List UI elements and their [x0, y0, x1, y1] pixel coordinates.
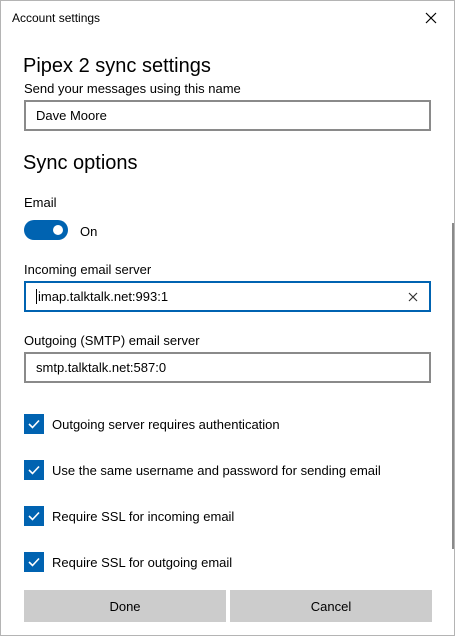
sync-options-heading: Sync options — [23, 152, 138, 174]
scrollbar[interactable] — [452, 223, 454, 549]
display-name-label: Send your messages using this name — [24, 81, 241, 96]
checkbox-label: Require SSL for outgoing email — [52, 554, 233, 570]
text-caret — [36, 289, 37, 304]
display-name-value: Dave Moore — [36, 108, 107, 123]
outgoing-server-label: Outgoing (SMTP) email server — [24, 333, 200, 348]
checkbox-ssl-outgoing[interactable]: Require SSL for outgoing email — [24, 552, 232, 572]
clear-icon — [408, 292, 418, 302]
checkbox[interactable] — [24, 414, 44, 434]
window-title: Account settings — [12, 11, 101, 25]
checkmark-icon — [28, 557, 40, 567]
checkbox-ssl-incoming[interactable]: Require SSL for incoming email — [24, 506, 234, 526]
checkbox-label: Use the same username and password for s… — [52, 462, 381, 478]
email-toggle[interactable] — [24, 220, 68, 240]
clear-text-button[interactable] — [405, 289, 421, 305]
incoming-server-label: Incoming email server — [24, 262, 152, 277]
checkbox[interactable] — [24, 552, 44, 572]
title-bar: Account settings — [1, 1, 454, 35]
toggle-knob — [53, 225, 63, 235]
outgoing-server-field[interactable]: smtp.talktalk.net:587:0 — [24, 352, 431, 383]
checkbox-outgoing-auth[interactable]: Outgoing server requires authentication — [24, 414, 280, 434]
close-button[interactable] — [420, 7, 442, 29]
outgoing-server-value: smtp.talktalk.net:587:0 — [36, 360, 167, 375]
email-label: Email — [24, 195, 57, 210]
checkbox-label: Outgoing server requires authentication — [52, 416, 280, 432]
done-button[interactable]: Done — [24, 590, 226, 622]
checkbox-label: Require SSL for incoming email — [52, 508, 235, 524]
checkbox-same-credentials[interactable]: Use the same username and password for s… — [24, 460, 381, 480]
cancel-button[interactable]: Cancel — [230, 590, 432, 622]
incoming-server-value: imap.talktalk.net:993:1 — [38, 289, 169, 304]
email-toggle-state: On — [80, 224, 98, 239]
page-title: Pipex 2 sync settings — [23, 55, 211, 77]
checkmark-icon — [28, 465, 40, 475]
display-name-field[interactable]: Dave Moore — [24, 100, 431, 131]
incoming-server-field[interactable]: imap.talktalk.net:993:1 — [24, 281, 431, 312]
checkmark-icon — [28, 511, 40, 521]
checkmark-icon — [28, 419, 40, 429]
close-icon — [425, 12, 437, 24]
account-settings-dialog: Account settings Pipex 2 sync settings S… — [0, 0, 455, 636]
checkbox[interactable] — [24, 506, 44, 526]
checkbox[interactable] — [24, 460, 44, 480]
